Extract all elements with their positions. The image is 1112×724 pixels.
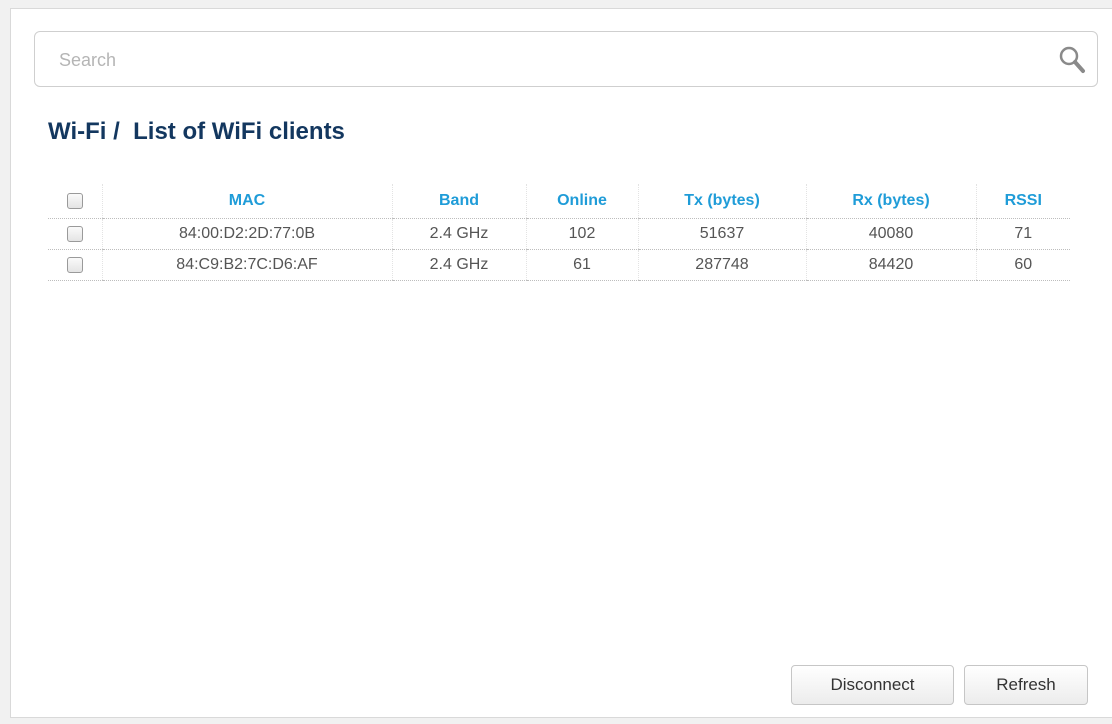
search-box[interactable] [34, 31, 1098, 87]
breadcrumb-page: List of WiFi clients [133, 118, 345, 145]
breadcrumb-section[interactable]: Wi-Fi / [48, 118, 120, 145]
cell-tx: 287748 [637, 249, 806, 281]
column-header-mac[interactable]: MAC [101, 184, 392, 219]
search-icon[interactable] [1056, 44, 1088, 76]
refresh-button[interactable]: Refresh [964, 665, 1088, 705]
cell-tx: 51637 [637, 218, 806, 250]
cell-online: 61 [525, 249, 638, 281]
disconnect-button[interactable]: Disconnect [791, 665, 954, 705]
content-panel [10, 8, 1112, 718]
cell-band: 2.4 GHz [391, 218, 526, 250]
row-select-cell [48, 249, 102, 281]
page-title: Wi-Fi / List of WiFi clients [48, 118, 345, 146]
cell-rssi: 60 [975, 249, 1070, 281]
cell-rx: 84420 [805, 249, 976, 281]
column-header-rx[interactable]: Rx (bytes) [805, 184, 976, 219]
cell-rx: 40080 [805, 218, 976, 250]
table-header-row: MAC Band Online Tx (bytes) Rx (bytes) RS… [48, 184, 1070, 219]
column-header-band[interactable]: Band [391, 184, 526, 219]
table-row[interactable]: 84:C9:B2:7C:D6:AF 2.4 GHz 61 287748 8442… [48, 249, 1070, 281]
column-header-tx[interactable]: Tx (bytes) [637, 184, 806, 219]
table-row[interactable]: 84:00:D2:2D:77:0B 2.4 GHz 102 51637 4008… [48, 218, 1070, 250]
clients-table: MAC Band Online Tx (bytes) Rx (bytes) RS… [48, 184, 1070, 281]
cell-mac: 84:00:D2:2D:77:0B [101, 218, 392, 250]
row-checkbox[interactable] [66, 225, 83, 242]
cell-rssi: 71 [975, 218, 1070, 250]
select-all-cell [48, 184, 102, 219]
column-header-online[interactable]: Online [525, 184, 638, 219]
column-header-rssi[interactable]: RSSI [975, 184, 1070, 219]
cell-mac: 84:C9:B2:7C:D6:AF [101, 249, 392, 281]
row-checkbox[interactable] [66, 256, 83, 273]
select-all-checkbox[interactable] [66, 192, 83, 209]
cell-online: 102 [525, 218, 638, 250]
cell-band: 2.4 GHz [391, 249, 526, 281]
search-input[interactable] [57, 44, 1021, 76]
row-select-cell [48, 218, 102, 250]
